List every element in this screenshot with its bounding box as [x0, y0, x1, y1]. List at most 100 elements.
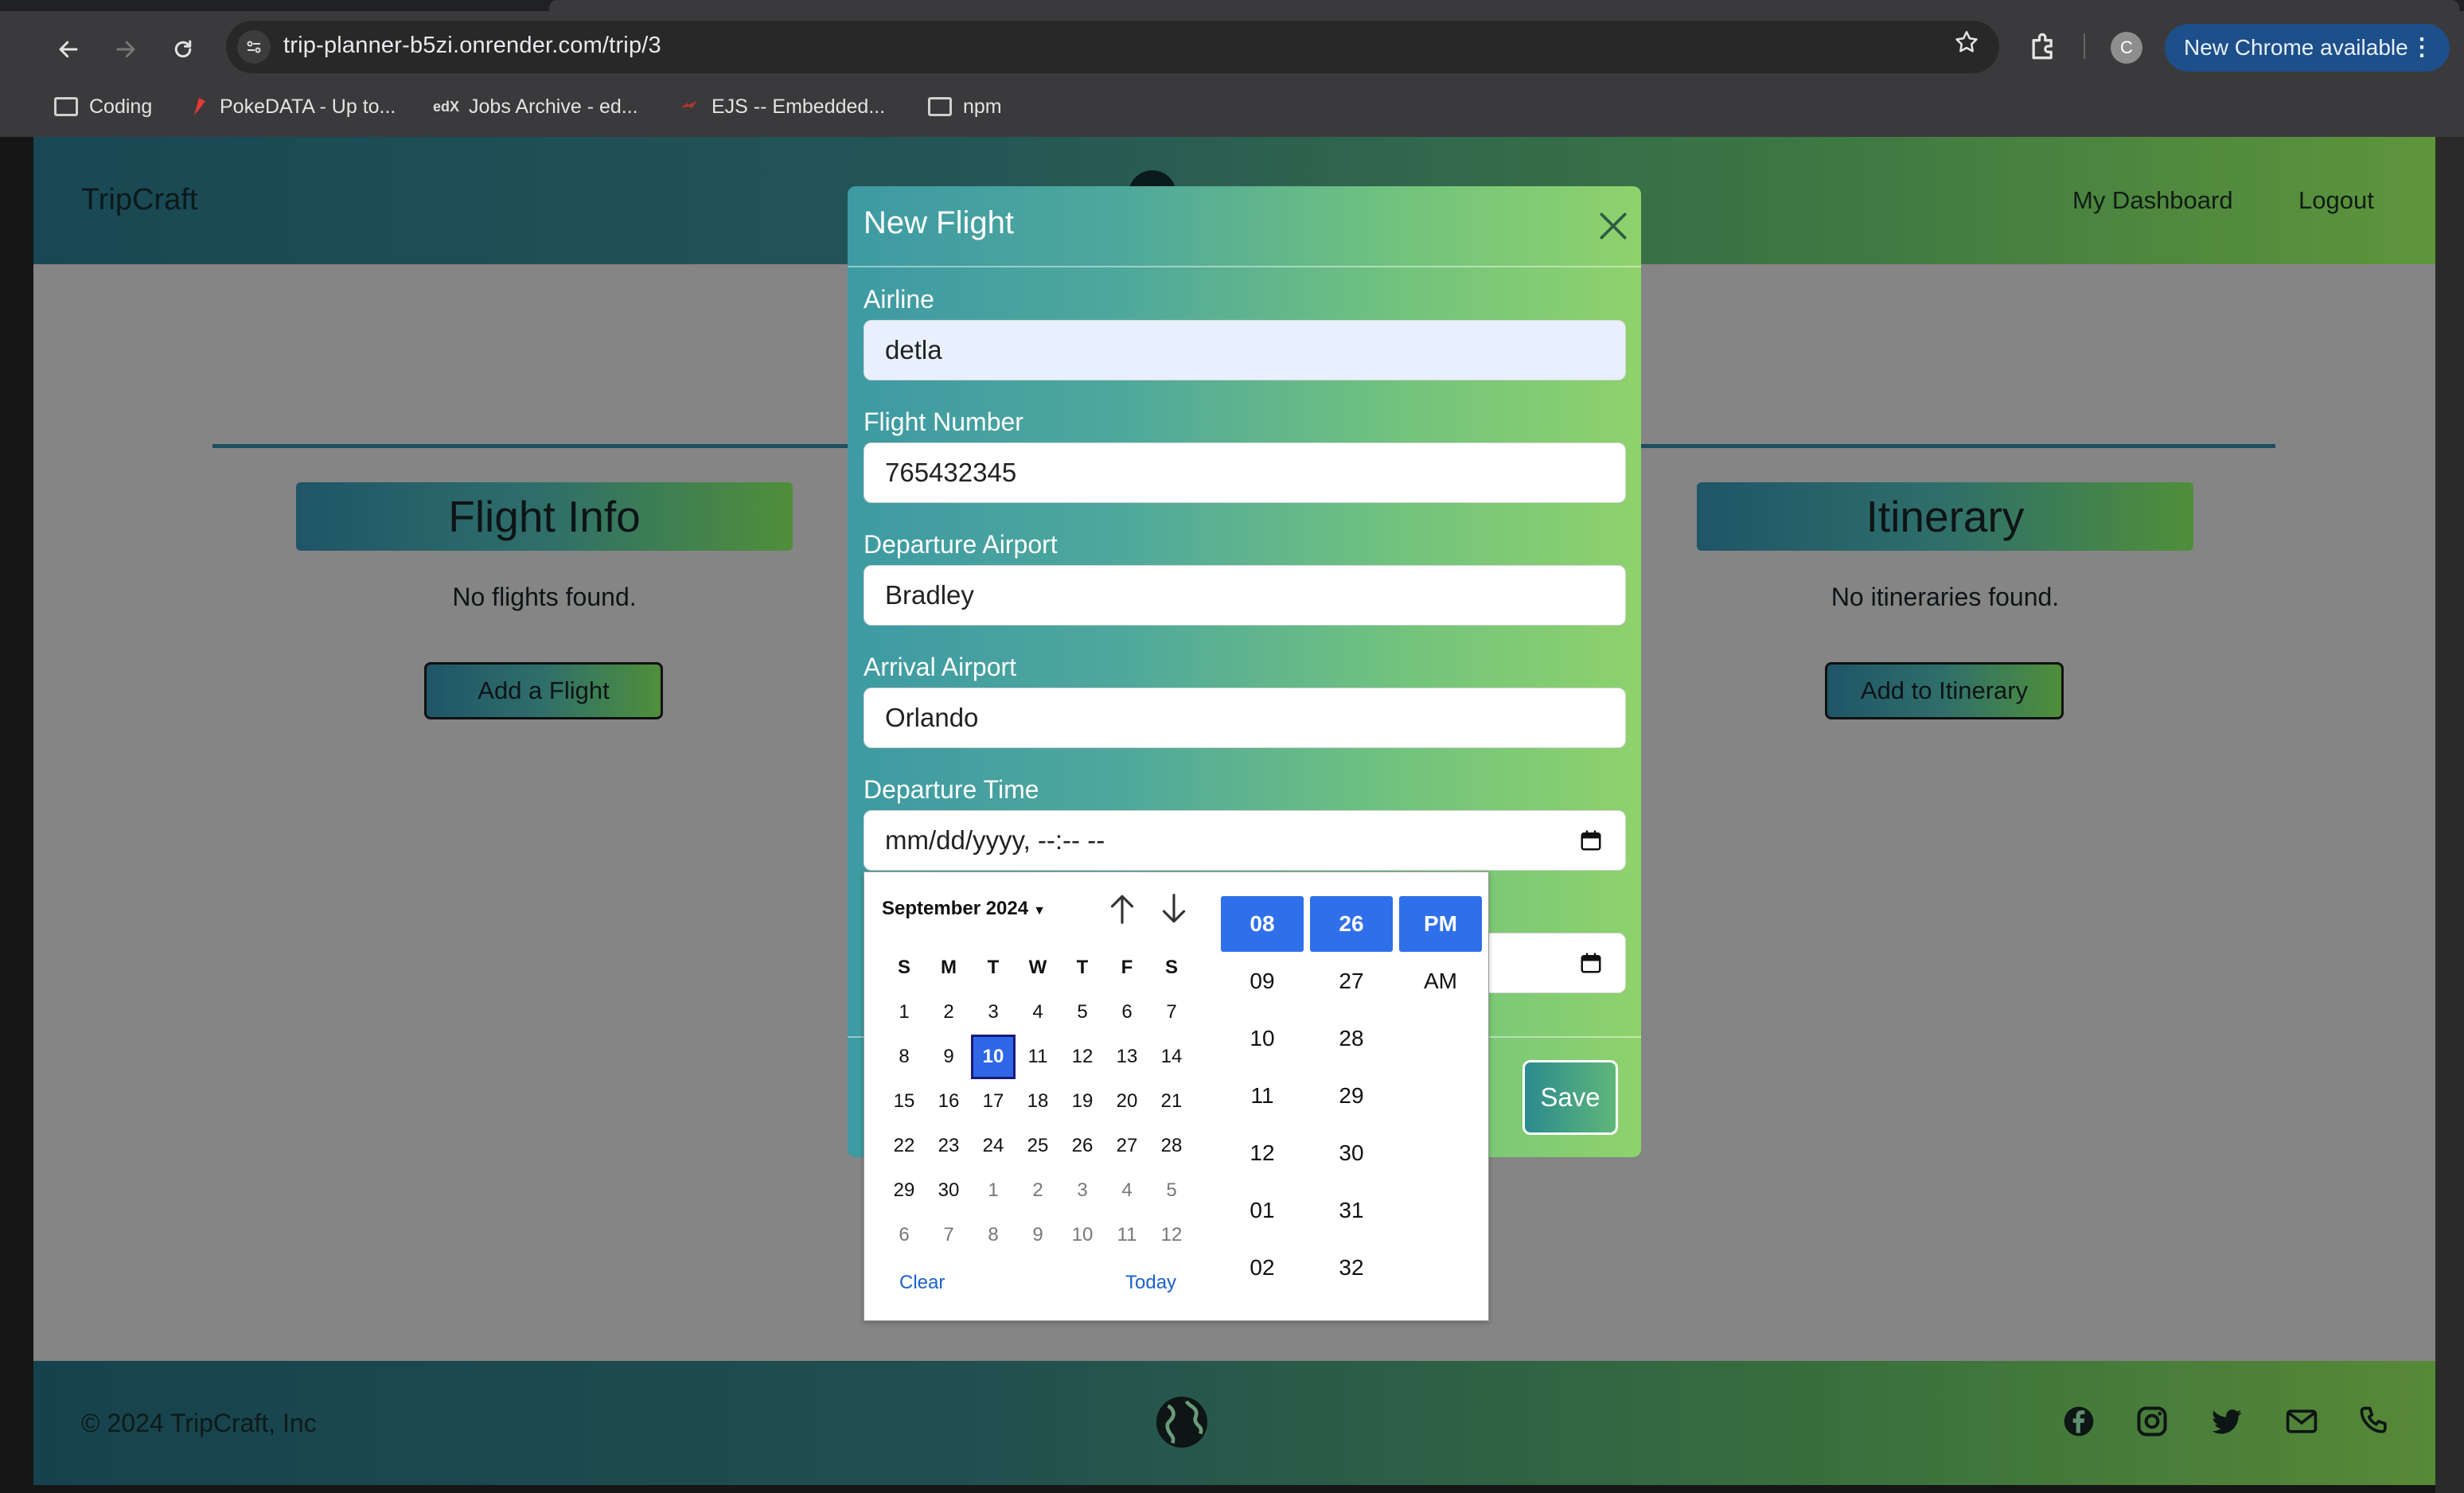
calendar-day[interactable]: 22 — [882, 1124, 926, 1168]
departure-airport-input[interactable]: Bradley — [864, 565, 1626, 626]
calendar-day[interactable]: 8 — [971, 1213, 1016, 1257]
minute-option[interactable]: 30 — [1310, 1125, 1393, 1181]
calendar-day[interactable]: 10 — [971, 1035, 1016, 1079]
minute-option[interactable]: 32 — [1310, 1240, 1393, 1296]
calendar-day[interactable]: 15 — [882, 1079, 926, 1124]
minute-option[interactable]: 31 — [1310, 1183, 1393, 1238]
hour-option[interactable]: 08 — [1221, 896, 1304, 952]
meridiem-option[interactable]: PM — [1399, 896, 1482, 952]
airline-input[interactable]: detla — [864, 320, 1626, 380]
clear-button[interactable]: Clear — [899, 1272, 945, 1294]
flight-number-input[interactable]: 765432345 — [864, 442, 1626, 503]
calendar-day[interactable]: 25 — [1016, 1124, 1060, 1168]
calendar-day[interactable]: 1 — [971, 1168, 1016, 1213]
calendar-day[interactable]: 16 — [926, 1079, 971, 1124]
calendar-day[interactable]: 6 — [882, 1213, 926, 1257]
update-chrome-button[interactable]: New Chrome available ⋮ — [2165, 24, 2450, 72]
add-to-itinerary-button[interactable]: Add to Itinerary — [1825, 662, 2064, 719]
nav-my-dashboard[interactable]: My Dashboard — [2072, 186, 2233, 215]
active-tab[interactable] — [549, 0, 2459, 11]
calendar-day[interactable]: 28 — [1149, 1124, 1194, 1168]
site-info-icon[interactable] — [237, 30, 271, 64]
profile-avatar[interactable]: C — [2111, 32, 2142, 64]
calendar-day[interactable]: 27 — [1105, 1124, 1149, 1168]
calendar-day[interactable]: 3 — [971, 990, 1016, 1035]
calendar-day[interactable]: 2 — [926, 990, 971, 1035]
hour-option[interactable]: 12 — [1221, 1125, 1304, 1181]
calendar-day[interactable]: 21 — [1149, 1079, 1194, 1124]
calendar-day[interactable]: 4 — [1105, 1168, 1149, 1213]
calendar-day[interactable]: 5 — [1060, 990, 1105, 1035]
departure-time-input[interactable]: mm/dd/yyyy, --:-- -- — [864, 810, 1626, 871]
calendar-day[interactable]: 8 — [882, 1035, 926, 1079]
arrow-up-icon[interactable] — [1107, 891, 1137, 926]
calendar-day[interactable]: 24 — [971, 1124, 1016, 1168]
instagram-icon[interactable] — [2135, 1404, 2170, 1439]
calendar-day[interactable]: 12 — [1060, 1035, 1105, 1079]
arrival-airport-input[interactable]: Orlando — [864, 688, 1626, 748]
calendar-day[interactable]: 7 — [1149, 990, 1194, 1035]
phone-icon[interactable] — [2357, 1404, 2392, 1439]
calendar-day[interactable]: 3 — [1060, 1168, 1105, 1213]
calendar-day[interactable]: 23 — [926, 1124, 971, 1168]
calendar-icon[interactable] — [1579, 951, 1603, 975]
globe-icon[interactable] — [1154, 1394, 1210, 1450]
month-year-select[interactable]: September 2024 ▼ — [882, 898, 1046, 920]
bookmark-ejs[interactable]: EJS -- Embedded... — [678, 86, 885, 127]
add-flight-button[interactable]: Add a Flight — [424, 662, 663, 719]
hour-option[interactable]: 11 — [1221, 1068, 1304, 1124]
calendar-day[interactable]: 7 — [926, 1213, 971, 1257]
calendar-day[interactable]: 10 — [1060, 1213, 1105, 1257]
calendar-icon[interactable] — [1579, 828, 1603, 852]
calendar-day[interactable]: 11 — [1016, 1035, 1060, 1079]
calendar-day[interactable]: 1 — [882, 990, 926, 1035]
calendar-day[interactable]: 18 — [1016, 1079, 1060, 1124]
calendar-day[interactable]: 2 — [1016, 1168, 1060, 1213]
minute-option[interactable]: 28 — [1310, 1011, 1393, 1066]
calendar-day[interactable]: 26 — [1060, 1124, 1105, 1168]
close-icon[interactable] — [1596, 209, 1631, 244]
facebook-icon[interactable] — [2061, 1404, 2096, 1439]
meridiem-option[interactable]: AM — [1399, 953, 1482, 1009]
forward-icon[interactable] — [103, 27, 148, 72]
hour-option[interactable]: 09 — [1221, 953, 1304, 1009]
calendar-day[interactable]: 17 — [971, 1079, 1016, 1124]
hour-option[interactable]: 02 — [1221, 1240, 1304, 1296]
bookmark-jobs-archive[interactable]: edX Jobs Archive - ed... — [433, 86, 638, 127]
calendar-day[interactable]: 19 — [1060, 1079, 1105, 1124]
arrow-down-icon[interactable] — [1159, 891, 1189, 926]
bookmark-pokedata[interactable]: PokeDATA - Up to... — [191, 86, 396, 127]
today-button[interactable]: Today — [1125, 1272, 1176, 1294]
minute-option[interactable]: 27 — [1310, 953, 1393, 1009]
reload-icon[interactable] — [161, 27, 205, 72]
more-menu-icon[interactable]: ⋮ — [2410, 33, 2434, 61]
extensions-icon[interactable] — [2026, 29, 2061, 64]
minute-option[interactable]: 26 — [1310, 896, 1393, 952]
calendar-day[interactable]: 12 — [1149, 1213, 1194, 1257]
address-bar[interactable]: trip-planner-b5zi.onrender.com/trip/3 — [226, 21, 1999, 73]
bookmark-star-icon[interactable] — [1953, 29, 1980, 56]
calendar-day[interactable]: 6 — [1105, 990, 1149, 1035]
calendar-day[interactable]: 4 — [1016, 990, 1060, 1035]
hour-option[interactable]: 10 — [1221, 1011, 1304, 1066]
url-text[interactable]: trip-planner-b5zi.onrender.com/trip/3 — [283, 33, 661, 59]
calendar-day[interactable]: 20 — [1105, 1079, 1149, 1124]
calendar-day[interactable]: 5 — [1149, 1168, 1194, 1213]
minute-option[interactable]: 29 — [1310, 1068, 1393, 1124]
back-icon[interactable] — [46, 27, 91, 72]
calendar-day[interactable]: 9 — [1016, 1213, 1060, 1257]
calendar-day[interactable]: 13 — [1105, 1035, 1149, 1079]
calendar-day[interactable]: 9 — [926, 1035, 971, 1079]
nav-logout[interactable]: Logout — [2298, 186, 2374, 215]
calendar-day[interactable]: 14 — [1149, 1035, 1194, 1079]
bookmark-npm[interactable]: npm — [928, 86, 1002, 127]
brand-logo-text[interactable]: TripCraft — [81, 183, 197, 217]
twitter-icon[interactable] — [2209, 1404, 2244, 1439]
mail-icon[interactable] — [2284, 1404, 2319, 1439]
save-button[interactable]: Save — [1522, 1060, 1618, 1135]
bookmark-coding[interactable]: Coding — [54, 86, 152, 127]
hour-option[interactable]: 01 — [1221, 1183, 1304, 1238]
calendar-day[interactable]: 30 — [926, 1168, 971, 1213]
calendar-day[interactable]: 29 — [882, 1168, 926, 1213]
calendar-day[interactable]: 11 — [1105, 1213, 1149, 1257]
